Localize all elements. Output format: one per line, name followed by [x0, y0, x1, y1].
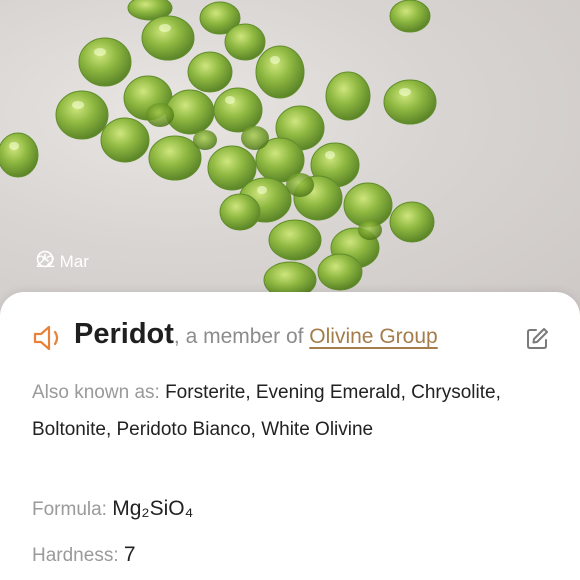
mineral-name: Peridot: [74, 318, 174, 350]
speaker-icon[interactable]: [32, 324, 66, 352]
formula-label: Formula:: [32, 499, 113, 520]
mineral-photo[interactable]: 22 Mar: [0, 0, 580, 320]
date-chip: 22 Mar: [36, 250, 89, 274]
edit-icon[interactable]: [524, 326, 550, 352]
mineral-title: Peridot, a member of Olivine Group: [74, 318, 438, 351]
title-row: Peridot, a member of Olivine Group: [32, 312, 552, 356]
aka-label: Also known as:: [32, 382, 166, 403]
hardness-value: 7: [123, 543, 136, 566]
clock-icon: [36, 250, 54, 268]
mineral-details-card: Peridot, a member of Olivine Group Also …: [0, 292, 580, 580]
formula-value: Mg₂SiO₄: [112, 497, 194, 520]
hardness-row: Hardness: 7: [32, 536, 532, 574]
member-text: , a member of: [173, 325, 310, 348]
hardness-label: Hardness:: [32, 545, 124, 566]
formula-row: Formula: Mg₂SiO₄: [32, 490, 532, 528]
also-known-as: Also known as: Forsterite, Evening Emera…: [32, 374, 532, 448]
mineral-group-link[interactable]: Olivine Group: [309, 325, 437, 348]
